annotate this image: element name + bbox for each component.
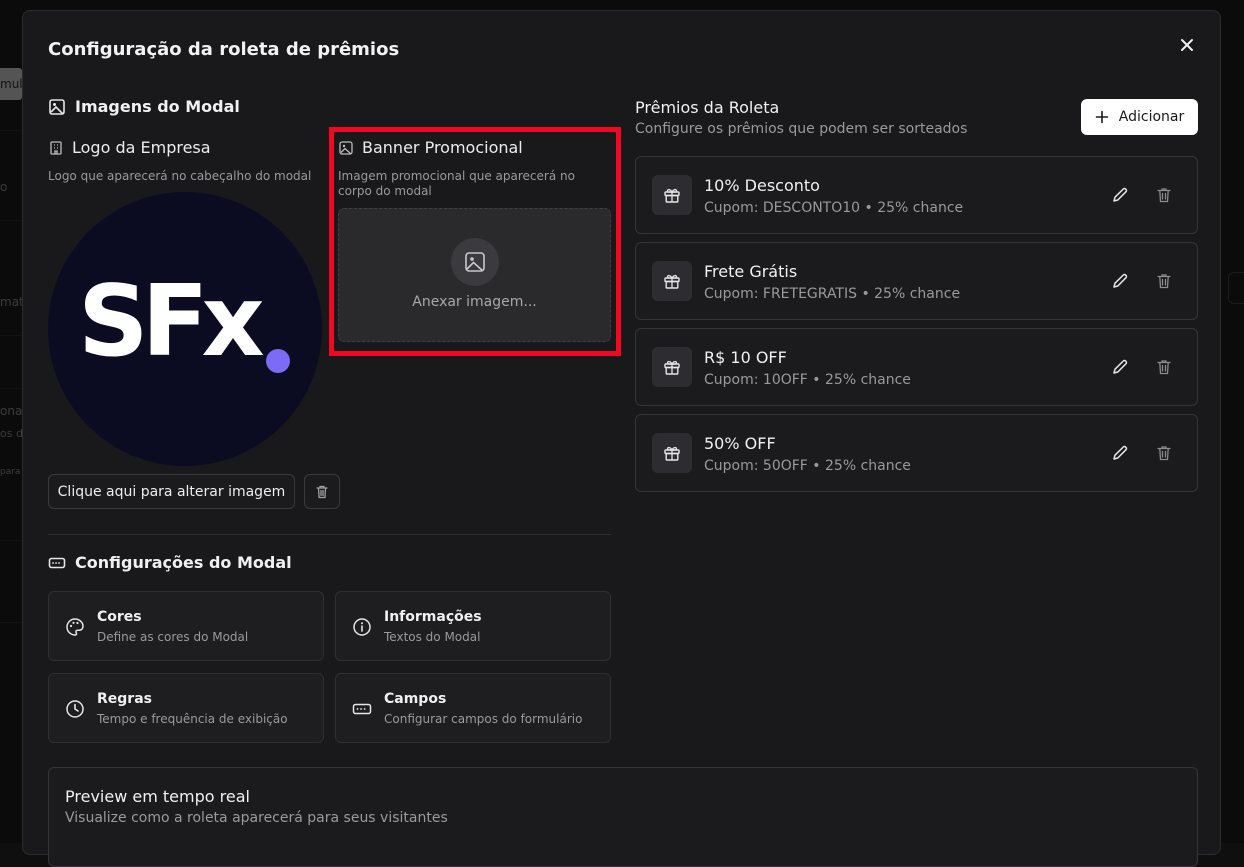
prize-name: R$ 10 OFF xyxy=(704,348,787,367)
config-card-desc: Tempo e frequência de exibição xyxy=(97,712,288,726)
images-section-heading: Imagens do Modal xyxy=(48,97,240,116)
config-card-title: Regras xyxy=(97,691,152,707)
delete-logo-button[interactable] xyxy=(304,474,340,509)
config-card-title: Cores xyxy=(97,609,142,625)
config-card-fields[interactable]: Campos Configurar campos do formulário xyxy=(335,673,611,743)
preview-subtitle: Visualize como a roleta aparecerá para s… xyxy=(65,810,448,826)
edit-icon[interactable] xyxy=(1110,185,1130,205)
config-card-desc: Configurar campos do formulário xyxy=(384,712,583,726)
prize-card: Frete Grátis Cupom: FRETEGRATIS • 25% ch… xyxy=(635,242,1198,320)
config-card-title: Informações xyxy=(384,609,482,625)
config-card-rules[interactable]: Regras Tempo e frequência de exibição xyxy=(48,673,324,743)
upload-label: Anexar imagem... xyxy=(412,294,537,310)
gift-icon-box xyxy=(652,347,692,387)
preview-title: Preview em tempo real xyxy=(65,787,250,806)
gift-icon-box xyxy=(652,261,692,301)
roulette-config-modal: Configuração da roleta de prêmios Imagen… xyxy=(22,10,1221,867)
gift-icon xyxy=(664,360,680,375)
prize-meta: Cupom: FRETEGRATIS • 25% chance xyxy=(704,286,961,302)
config-section-heading: Configurações do Modal xyxy=(48,553,292,572)
banner-label: Banner Promocional xyxy=(362,138,523,157)
close-button[interactable] xyxy=(1176,34,1198,56)
prize-name: 50% OFF xyxy=(704,434,776,453)
banner-upload-dropzone[interactable]: Anexar imagem... xyxy=(338,208,611,342)
config-card-desc: Define as cores do Modal xyxy=(97,630,249,644)
banner-hint-line: corpo do modal xyxy=(338,184,432,198)
trash-icon xyxy=(316,485,328,498)
prize-card: R$ 10 OFF Cupom: 10OFF • 25% chance xyxy=(635,328,1198,406)
config-card-desc: Textos do Modal xyxy=(384,630,481,644)
image-placeholder-icon xyxy=(465,252,485,272)
gift-icon-box xyxy=(652,175,692,215)
config-card-colors[interactable]: Cores Define as cores do Modal xyxy=(48,591,324,661)
logo-dot xyxy=(266,349,290,373)
prize-name: Frete Grátis xyxy=(704,262,798,281)
form-field-icon xyxy=(48,557,66,568)
section-divider xyxy=(48,534,611,535)
edit-icon[interactable] xyxy=(1110,271,1130,291)
company-logo: SFx xyxy=(48,192,322,466)
prizes-title: Prêmios da Roleta xyxy=(635,98,780,117)
gift-icon xyxy=(664,446,680,461)
logo-heading: Logo da Empresa xyxy=(48,138,211,157)
config-card-title: Campos xyxy=(384,691,447,707)
gift-icon xyxy=(664,188,680,203)
plus-icon xyxy=(1095,110,1109,124)
image-icon xyxy=(49,98,65,115)
prize-meta: Cupom: 50OFF • 25% chance xyxy=(704,458,911,474)
close-icon xyxy=(1181,39,1193,51)
banner-heading: Banner Promocional xyxy=(338,138,523,157)
image-icon xyxy=(339,140,353,155)
prize-meta: Cupom: 10OFF • 25% chance xyxy=(704,372,911,388)
logo-text: SFx xyxy=(78,265,265,379)
trash-icon[interactable] xyxy=(1154,357,1174,377)
preview-panel: Preview em tempo real Visualize como a r… xyxy=(48,767,1198,867)
config-section-title: Configurações do Modal xyxy=(75,553,292,572)
banner-hint: Imagem promocional que aparecerá no corp… xyxy=(338,169,575,199)
add-prize-button[interactable]: Adicionar xyxy=(1081,99,1198,135)
building-icon xyxy=(50,140,62,155)
config-card-info[interactable]: Informações Textos do Modal xyxy=(335,591,611,661)
prize-meta: Cupom: DESCONTO10 • 25% chance xyxy=(704,200,964,216)
add-prize-label: Adicionar xyxy=(1118,109,1185,125)
modal-title: Configuração da roleta de prêmios xyxy=(48,39,400,60)
gift-icon xyxy=(664,274,680,289)
edit-icon[interactable] xyxy=(1110,443,1130,463)
form-field-icon xyxy=(352,703,372,715)
trash-icon[interactable] xyxy=(1154,185,1174,205)
prize-card: 10% Desconto Cupom: DESCONTO10 • 25% cha… xyxy=(635,156,1198,234)
clock-icon xyxy=(66,700,84,718)
prizes-subtitle: Configure os prêmios que podem ser sorte… xyxy=(635,121,968,137)
gift-icon-box xyxy=(652,433,692,473)
trash-icon[interactable] xyxy=(1154,271,1174,291)
trash-icon[interactable] xyxy=(1154,443,1174,463)
prize-card: 50% OFF Cupom: 50OFF • 25% chance xyxy=(635,414,1198,492)
change-logo-button[interactable]: Clique aqui para alterar imagem xyxy=(48,474,295,509)
palette-icon xyxy=(66,618,84,636)
logo-hint: Logo que aparecerá no cabeçalho do modal xyxy=(48,169,312,183)
banner-hint-line: Imagem promocional que aparecerá no xyxy=(338,169,575,183)
prize-name: 10% Desconto xyxy=(704,176,820,195)
images-section-title: Imagens do Modal xyxy=(75,97,240,116)
logo-label: Logo da Empresa xyxy=(72,138,211,157)
upload-icon-circle xyxy=(451,238,499,286)
edit-icon[interactable] xyxy=(1110,357,1130,377)
info-icon xyxy=(353,618,371,636)
